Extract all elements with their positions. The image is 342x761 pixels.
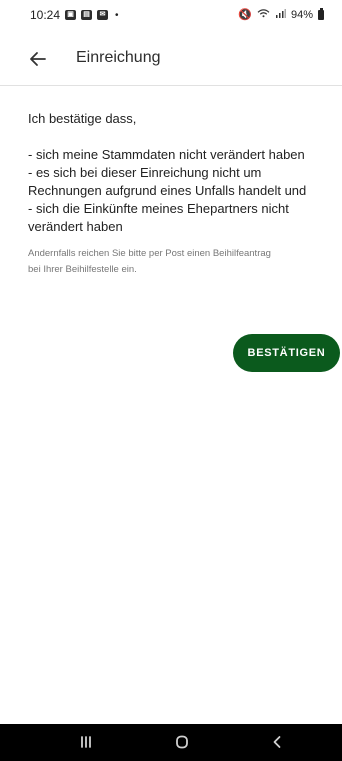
wifi-icon [257,8,270,21]
signal-icon [275,8,286,21]
home-icon [176,735,188,749]
status-bar: 10:24 ▣ ▤ ✉ • 🔇 94% [0,0,342,34]
calendar-notification-icon: ▣ [65,10,77,20]
notification-dot-icon: • [115,9,119,21]
back-button[interactable] [26,47,50,71]
recent-apps-icon [81,736,91,748]
status-right-group: 🔇 94% [238,7,324,21]
mobile-screen: 10:24 ▣ ▤ ✉ • 🔇 94% Einreichung Ich best… [0,0,342,761]
confirmation-line: - sich meine Stammdaten nicht verändert … [28,147,305,162]
postal-notice-line: bei Ihrer Beihilfestelle ein. [28,264,137,275]
page-title: Einreichung [76,49,161,66]
status-time: 10:24 [30,8,61,22]
home-button[interactable] [168,730,196,754]
battery-percentage: 94% [290,8,313,21]
confirm-button[interactable]: BESTÄTIGEN [233,334,340,372]
postal-notice-line: Andernfalls reichen Sie bitte per Post e… [28,248,271,259]
confirmation-line: - sich die Einkünfte meines Ehepartners … [28,201,289,216]
mail-notification-icon: ✉ [97,10,109,20]
confirmation-content: Ich bestätige dass, - sich meine Stammda… [28,110,332,278]
confirmation-line: Rechnungen aufgrund eines Unfalls handel… [28,183,307,198]
android-navigation-bar [0,724,342,761]
arrow-left-icon [30,52,46,66]
app-bar: Einreichung [0,34,342,86]
confirmation-intro: Ich bestätige dass, [28,111,137,126]
recent-apps-button[interactable] [72,730,100,754]
system-back-button[interactable] [263,730,291,754]
confirmation-line: verändert haben [28,219,123,234]
confirmation-line: - es sich bei dieser Einreichung nicht u… [28,165,262,180]
postal-notice: Andernfalls reichen Sie bitte per Post e… [28,246,332,278]
mute-icon: 🔇 [238,9,252,21]
status-left-group: 10:24 ▣ ▤ ✉ • [30,8,119,22]
back-icon [273,736,281,748]
battery-icon [318,7,324,20]
photo-notification-icon: ▤ [81,10,93,20]
